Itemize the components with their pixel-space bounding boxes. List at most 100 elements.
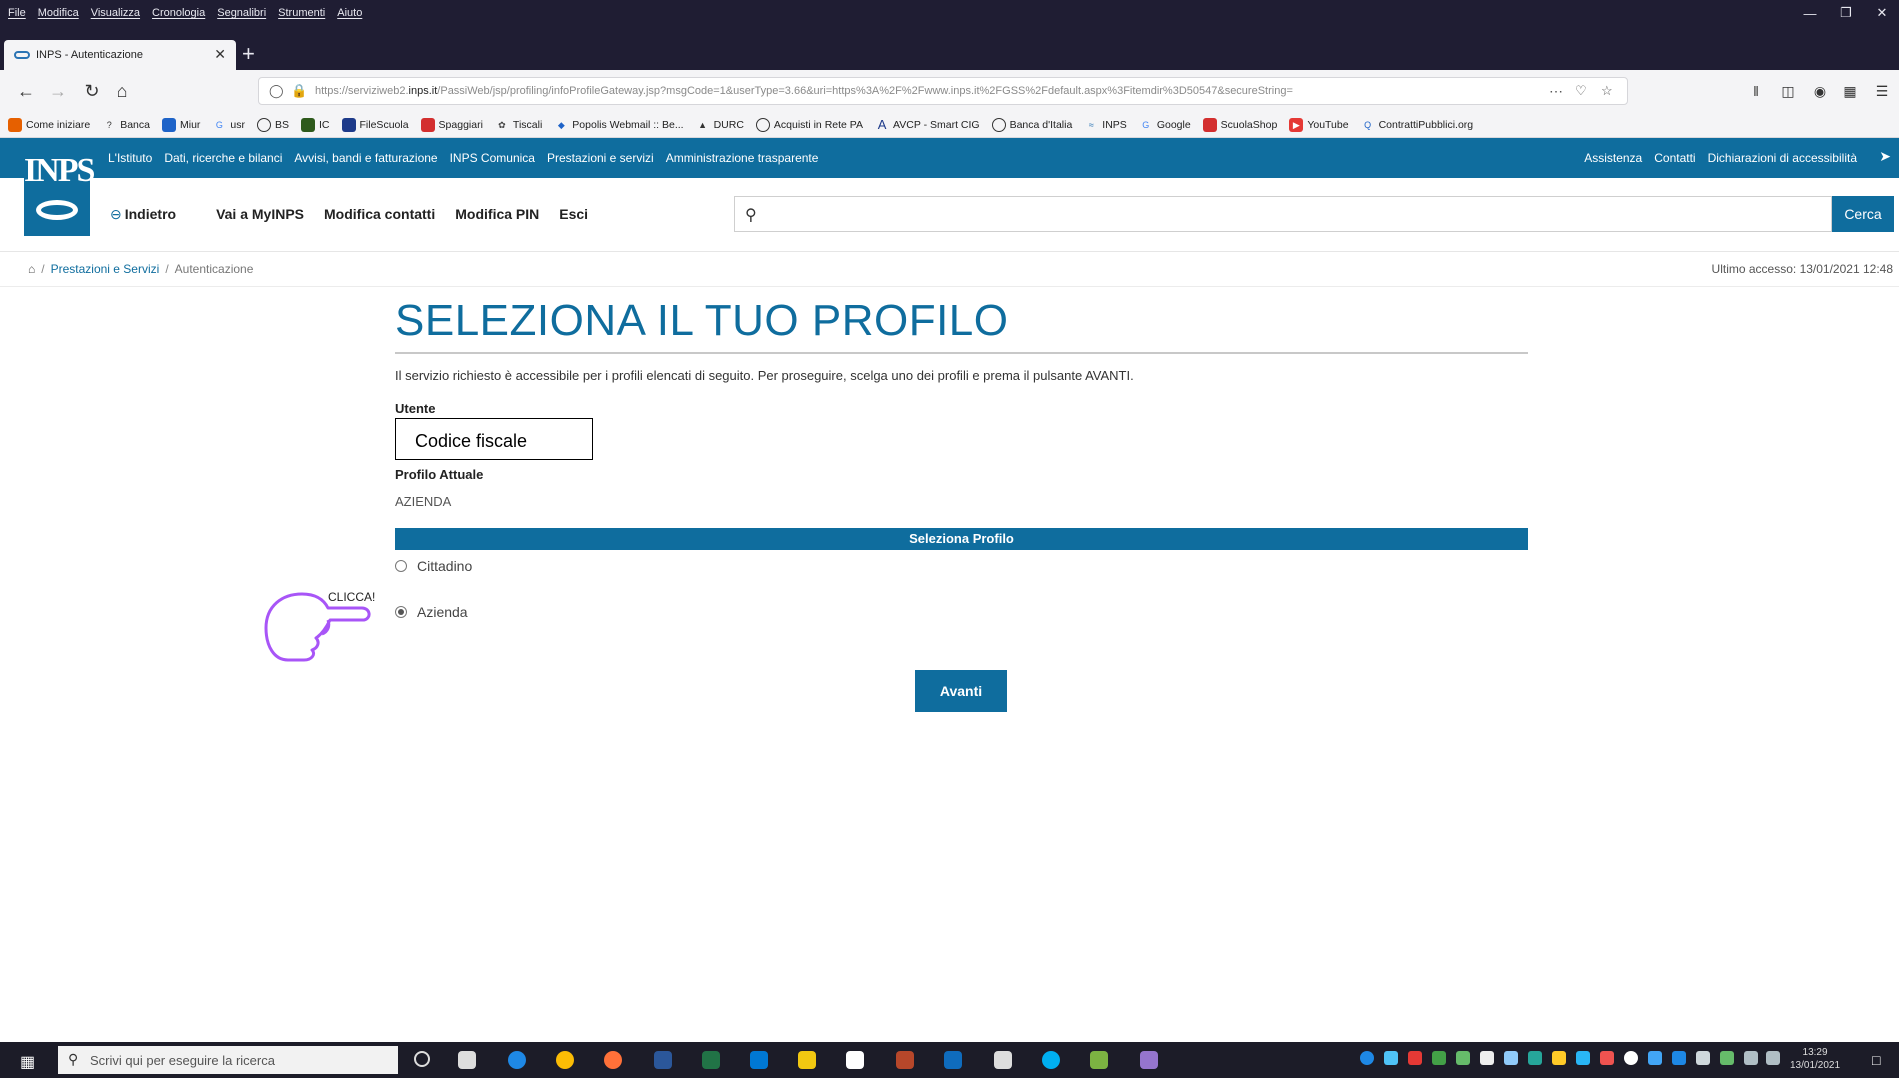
- link-prestazioni[interactable]: Prestazioni e servizi: [547, 151, 654, 165]
- new-tab-icon[interactable]: +: [242, 42, 255, 66]
- home-icon[interactable]: ⌂: [28, 262, 35, 276]
- tray-icon[interactable]: [1432, 1051, 1446, 1065]
- search-input[interactable]: [771, 201, 1821, 227]
- tray-icon[interactable]: [1648, 1051, 1662, 1065]
- radio-azienda[interactable]: [395, 606, 407, 618]
- bookmark-item[interactable]: Banca d'Italia: [991, 117, 1072, 132]
- page-actions-icon[interactable]: ⋯: [1549, 83, 1563, 100]
- option-cittadino[interactable]: Cittadino: [395, 558, 472, 574]
- bookmark-item[interactable]: ◆ Popolis Webmail :: Be...: [554, 117, 684, 132]
- shield-icon[interactable]: ◯: [269, 83, 284, 99]
- bookmark-item[interactable]: ✿ Tiscali: [494, 117, 542, 132]
- restore-icon[interactable]: ❐: [1826, 0, 1866, 26]
- extension-icon[interactable]: ▦: [1838, 80, 1862, 102]
- tray-icon[interactable]: [1480, 1051, 1494, 1065]
- search-button[interactable]: Cerca: [1832, 196, 1894, 232]
- windows-start-icon[interactable]: ▦: [20, 1052, 35, 1072]
- breadcrumb-prestazioni[interactable]: Prestazioni e Servizi: [51, 262, 160, 276]
- task-view-icon[interactable]: [458, 1051, 476, 1069]
- tray-icon[interactable]: [1528, 1051, 1542, 1065]
- menu-segnalibri[interactable]: Segnalibri: [217, 7, 266, 19]
- radio-cittadino[interactable]: [395, 560, 407, 572]
- tray-icon[interactable]: [1672, 1051, 1686, 1065]
- sidebar-icon[interactable]: ◫: [1776, 80, 1800, 102]
- option-azienda[interactable]: Azienda: [395, 604, 468, 620]
- link-trasparente[interactable]: Amministrazione trasparente: [666, 151, 819, 165]
- link-assistenza[interactable]: Assistenza: [1584, 151, 1642, 165]
- skype-icon[interactable]: [1042, 1051, 1060, 1069]
- url-bar[interactable]: ◯ 🔒 https://serviziweb2.inps.it/PassiWeb…: [258, 77, 1628, 105]
- avanti-button[interactable]: Avanti: [915, 670, 1007, 712]
- bookmark-item[interactable]: ? Banca: [102, 117, 150, 132]
- bookmark-item[interactable]: Acquisti in Rete PA: [755, 117, 863, 132]
- bookmark-item[interactable]: Q ContrattiPubblici.org: [1360, 117, 1473, 132]
- tab-inps-autenticazione[interactable]: INPS - Autenticazione ✕: [4, 40, 236, 70]
- forward-arrow-icon[interactable]: →: [46, 80, 70, 102]
- word-icon[interactable]: [654, 1051, 672, 1069]
- menu-visualizza[interactable]: Visualizza: [91, 7, 140, 19]
- document-icon[interactable]: [846, 1051, 864, 1069]
- link-contatti[interactable]: Contatti: [1654, 151, 1695, 165]
- bookmark-star-icon[interactable]: ☆: [1601, 83, 1613, 99]
- bookmark-item[interactable]: ≈ INPS: [1084, 117, 1127, 132]
- app-icon[interactable]: [1090, 1051, 1108, 1069]
- link-inps-comunica[interactable]: INPS Comunica: [450, 151, 535, 165]
- pocket-icon[interactable]: ♡: [1575, 83, 1587, 99]
- link-dati[interactable]: Dati, ricerche e bilanci: [164, 151, 282, 165]
- access-icon[interactable]: [896, 1051, 914, 1069]
- bookmark-item[interactable]: G Google: [1138, 117, 1191, 132]
- link-modifica-contatti[interactable]: Modifica contatti: [324, 206, 435, 223]
- app-icon[interactable]: [994, 1051, 1012, 1069]
- share-icon[interactable]: ➤: [1879, 148, 1891, 165]
- paint-icon[interactable]: [1140, 1051, 1158, 1069]
- bookmark-item[interactable]: FileScuola: [341, 117, 409, 132]
- menu-aiuto[interactable]: Aiuto: [337, 7, 362, 19]
- firefox-icon[interactable]: [604, 1051, 622, 1069]
- tray-icon[interactable]: [1624, 1051, 1638, 1065]
- link-modifica-pin[interactable]: Modifica PIN: [455, 206, 539, 223]
- close-window-icon[interactable]: ✕: [1862, 0, 1899, 26]
- tray-icon[interactable]: [1600, 1051, 1614, 1065]
- bookmark-item[interactable]: BS: [257, 117, 289, 132]
- notifications-icon[interactable]: □: [1872, 1052, 1880, 1068]
- bookmark-item[interactable]: ▶ YouTube: [1289, 117, 1349, 132]
- reload-icon[interactable]: ↻: [80, 80, 104, 102]
- tray-icon[interactable]: [1408, 1051, 1422, 1065]
- explorer-icon[interactable]: [798, 1051, 816, 1069]
- tray-icon[interactable]: [1552, 1051, 1566, 1065]
- tray-icon[interactable]: [1504, 1051, 1518, 1065]
- minimize-icon[interactable]: —: [1790, 0, 1830, 26]
- bookmark-item[interactable]: Gusr: [212, 117, 245, 132]
- library-icon[interactable]: ‖: [1744, 80, 1768, 102]
- home-icon[interactable]: ⌂: [110, 80, 134, 102]
- inps-logo[interactable]: INPS: [24, 138, 95, 236]
- bookmark-item[interactable]: ScuolaShop: [1202, 117, 1277, 132]
- hamburger-menu-icon[interactable]: ☰: [1870, 80, 1894, 102]
- mail-icon[interactable]: [750, 1051, 768, 1069]
- bookmark-item[interactable]: IC: [301, 117, 330, 132]
- menu-modifica[interactable]: Modifica: [38, 7, 79, 19]
- menu-cronologia[interactable]: Cronologia: [152, 7, 205, 19]
- cortana-icon[interactable]: [414, 1051, 430, 1067]
- outlook-icon[interactable]: [944, 1051, 962, 1069]
- system-clock[interactable]: 13:29 13/01/2021: [1790, 1046, 1840, 1072]
- bookmark-item[interactable]: Spaggiari: [420, 117, 483, 132]
- tab-close-icon[interactable]: ✕: [214, 46, 226, 63]
- tray-icon[interactable]: [1576, 1051, 1590, 1065]
- volume-icon[interactable]: [1766, 1051, 1780, 1065]
- excel-icon[interactable]: [702, 1051, 720, 1069]
- link-avvisi[interactable]: Avvisi, bandi e fatturazione: [294, 151, 437, 165]
- tray-icon[interactable]: [1696, 1051, 1710, 1065]
- menu-strumenti[interactable]: Strumenti: [278, 7, 325, 19]
- link-accessibilita[interactable]: Dichiarazioni di accessibilità: [1708, 151, 1857, 165]
- link-istituto[interactable]: L'Istituto: [108, 151, 152, 165]
- tray-icon[interactable]: [1360, 1051, 1374, 1065]
- account-icon[interactable]: ◉: [1808, 80, 1832, 102]
- edge-icon[interactable]: [508, 1051, 526, 1069]
- tray-icon[interactable]: [1384, 1051, 1398, 1065]
- taskbar-search[interactable]: ⚲ Scrivi qui per eseguire la ricerca: [58, 1046, 398, 1074]
- bookmark-item[interactable]: Come iniziare: [8, 117, 90, 132]
- menu-file[interactable]: File: [8, 7, 26, 19]
- back-arrow-icon[interactable]: ←: [14, 80, 38, 102]
- bookmark-item[interactable]: Miur: [161, 117, 200, 132]
